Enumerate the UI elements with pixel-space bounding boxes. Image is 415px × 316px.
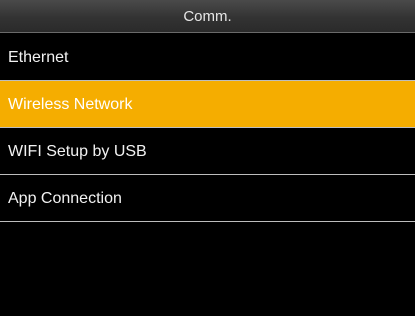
title-bar: Comm. <box>0 0 415 33</box>
menu-item-label: WIFI Setup by USB <box>8 143 147 160</box>
menu-item-wifi-setup-by-usb[interactable]: WIFI Setup by USB <box>0 128 415 175</box>
menu-item-app-connection[interactable]: App Connection <box>0 175 415 222</box>
page-title: Comm. <box>183 8 232 25</box>
menu-item-ethernet[interactable]: Ethernet <box>0 34 415 81</box>
menu-list: Ethernet Wireless Network WIFI Setup by … <box>0 34 415 222</box>
comm-screen: Comm. Ethernet Wireless Network WIFI Set… <box>0 0 415 316</box>
menu-item-label: App Connection <box>8 190 122 207</box>
menu-item-label: Wireless Network <box>8 96 133 113</box>
menu-item-wireless-network[interactable]: Wireless Network <box>0 81 415 128</box>
menu-item-label: Ethernet <box>8 49 69 66</box>
